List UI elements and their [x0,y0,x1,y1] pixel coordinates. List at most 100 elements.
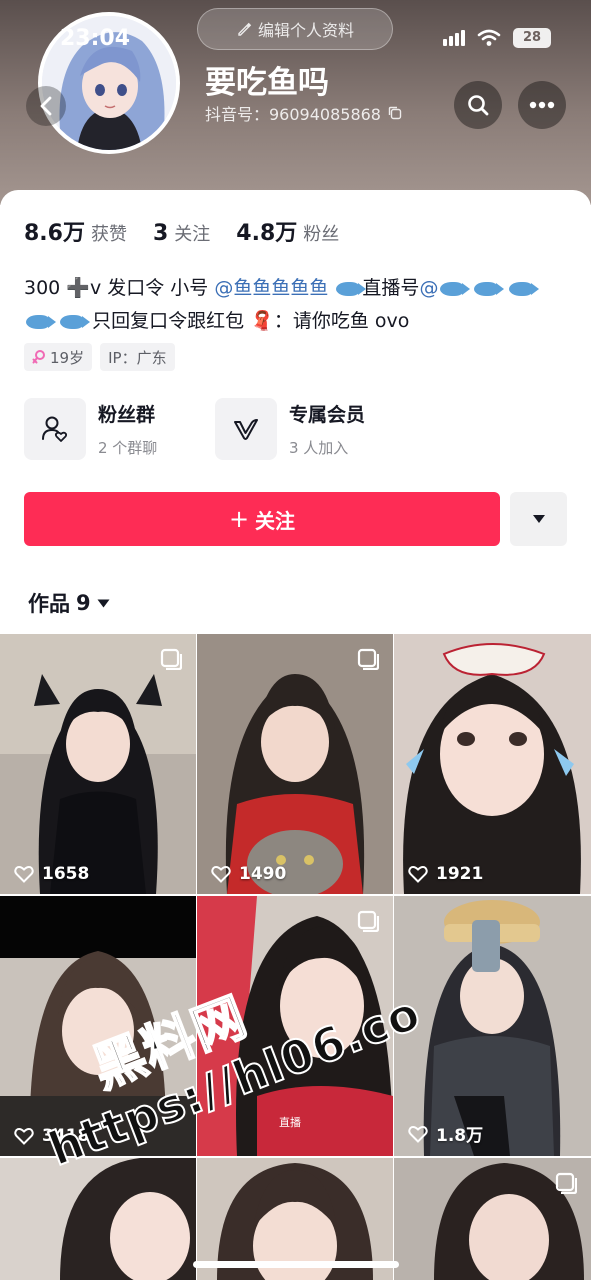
video-tile[interactable] [394,1158,591,1280]
caret-down-icon [97,599,110,607]
video-thumbnail [0,1158,196,1280]
multi-image-icon [555,1172,577,1194]
recommend-dropdown-button[interactable] [510,492,567,546]
cellular-signal-icon [443,30,465,46]
fan-group-subtitle: 2 个群聊 [98,439,158,457]
douyin-id-text: 抖音号：96094085868 [205,105,381,124]
vip-text: 专属会员 3 人加入 [289,400,365,458]
fish-icon [60,314,91,329]
female-icon [32,350,45,364]
red-scarf-icon: 🧣 [250,310,274,332]
stat-followers-label: 粉丝 [303,224,340,245]
stat-likes-label: 获赞 [90,224,127,245]
fan-group-icon [42,416,68,442]
stat-following[interactable]: 3 关注 [153,220,210,246]
follow-label: 关注 [255,508,296,533]
vip-title: 专属会员 [289,404,366,426]
like-count-text: 1490 [239,864,287,884]
stat-followers-value: 4.8万 [236,221,298,246]
bio-line2-text: 只回复口令跟红包 [92,310,245,332]
bio-mention-small-account[interactable]: @鱼鱼鱼鱼鱼 [214,277,328,299]
heart-outline-icon [14,866,34,883]
pencil-icon [238,22,252,36]
tab-works[interactable]: 作品 9 [28,588,110,618]
fan-group-title: 粉丝群 [98,404,156,426]
like-count-text: 1921 [436,864,484,884]
vip-subtitle: 3 人加入 [289,439,349,457]
caret-down-icon [532,515,545,523]
edit-profile-label: 编辑个人资料 [257,21,354,40]
tab-works-count: 9 [76,591,91,615]
back-button[interactable] [26,86,66,126]
fish-icon [26,314,56,329]
video-tile[interactable]: 1921 [394,634,591,894]
more-button[interactable] [518,81,566,129]
video-tile[interactable] [0,1158,196,1280]
fan-group-text: 粉丝群 2 个群聊 [98,400,157,458]
video-thumbnail [394,634,591,894]
battery-indicator: 28 [513,28,551,48]
heart-outline-icon [211,866,231,883]
wifi-icon [477,29,501,46]
copy-icon [388,106,402,120]
bio-line2-end: ：请你吃鱼 ovo [273,310,410,332]
like-count-text: 1658 [42,864,90,884]
video-tile[interactable]: 1658 [0,634,196,894]
like-count: 1.8万 [408,1121,483,1146]
bio-prefix: 300 [24,277,61,299]
multi-image-icon [357,648,379,670]
vip-icon-box [215,398,277,460]
tag-ip-text: IP：广东 [108,348,167,367]
stat-likes-value: 8.6万 [24,221,85,246]
video-thumbnail [197,634,393,894]
status-time: 23:04 [60,26,131,51]
fish-icon [336,281,367,296]
tag-age: 19岁 [24,343,93,371]
home-indicator[interactable] [193,1261,399,1268]
like-count: 1921 [408,864,483,884]
edit-profile-button[interactable]: 编辑个人资料 [197,8,393,50]
tile-overlay-text: 直播 [279,1116,301,1129]
fan-group-icon-box [24,398,86,460]
bio-mention-live-account[interactable]: @ [419,277,438,299]
like-count-text: 1.8万 [436,1126,484,1146]
bio-live-label: 直播号 [362,277,420,299]
multi-image-icon [160,648,182,670]
fish-icon [440,281,471,296]
plus-icon: + [228,505,250,533]
bio: 300 ➕v 发口令 小号 @鱼鱼鱼鱼鱼 直播号@ 只回复口令跟红包 🧣：请你吃… [24,272,569,338]
stat-followers[interactable]: 4.8万 粉丝 [236,215,339,247]
chevron-left-icon [40,96,52,116]
stats-row: 8.6万 获赞 3 关注 4.8万 粉丝 [24,215,339,247]
tab-works-label: 作品 [28,592,70,616]
video-grid: 1658 1490 1921 3418 直播 1.8万 [0,634,591,1280]
stat-following-value: 3 [152,221,169,246]
profile-tags: 19岁 IP：广东 [24,343,175,371]
video-tile[interactable]: 1490 [197,634,393,894]
douyin-id[interactable]: 抖音号：96094085868 [205,101,403,125]
fish-icon [508,281,539,296]
vip-membership-entry[interactable]: 专属会员 3 人加入 [215,398,365,460]
status-bar-right: 28 [443,28,551,48]
multi-image-icon [357,910,379,932]
bio-line1-text: v 发口令 小号 [89,277,209,299]
stat-following-label: 关注 [174,224,211,245]
stat-likes[interactable]: 8.6万 获赞 [24,215,127,247]
heart-outline-icon [14,1128,34,1145]
fish-icon [474,281,505,296]
heart-outline-icon [408,1125,428,1143]
vip-check-icon [234,419,258,440]
username: 要吃鱼吗 [205,65,329,101]
search-button[interactable] [454,81,502,129]
heart-outline-icon [408,866,428,883]
fan-group-entry[interactable]: 粉丝群 2 个群聊 [24,398,157,460]
like-count: 1490 [211,864,286,884]
search-icon [468,95,489,116]
like-count: 1658 [14,864,89,884]
follow-button[interactable]: + 关注 [24,492,500,546]
profile-header: 编辑个人资料 23:04 28 要吃鱼吗 抖音号：96094085868 [0,0,591,205]
more-dots-icon [529,101,555,109]
plus-icon: ➕ [66,277,90,299]
tag-ip: IP：广东 [100,343,175,371]
video-thumbnail [0,634,196,894]
